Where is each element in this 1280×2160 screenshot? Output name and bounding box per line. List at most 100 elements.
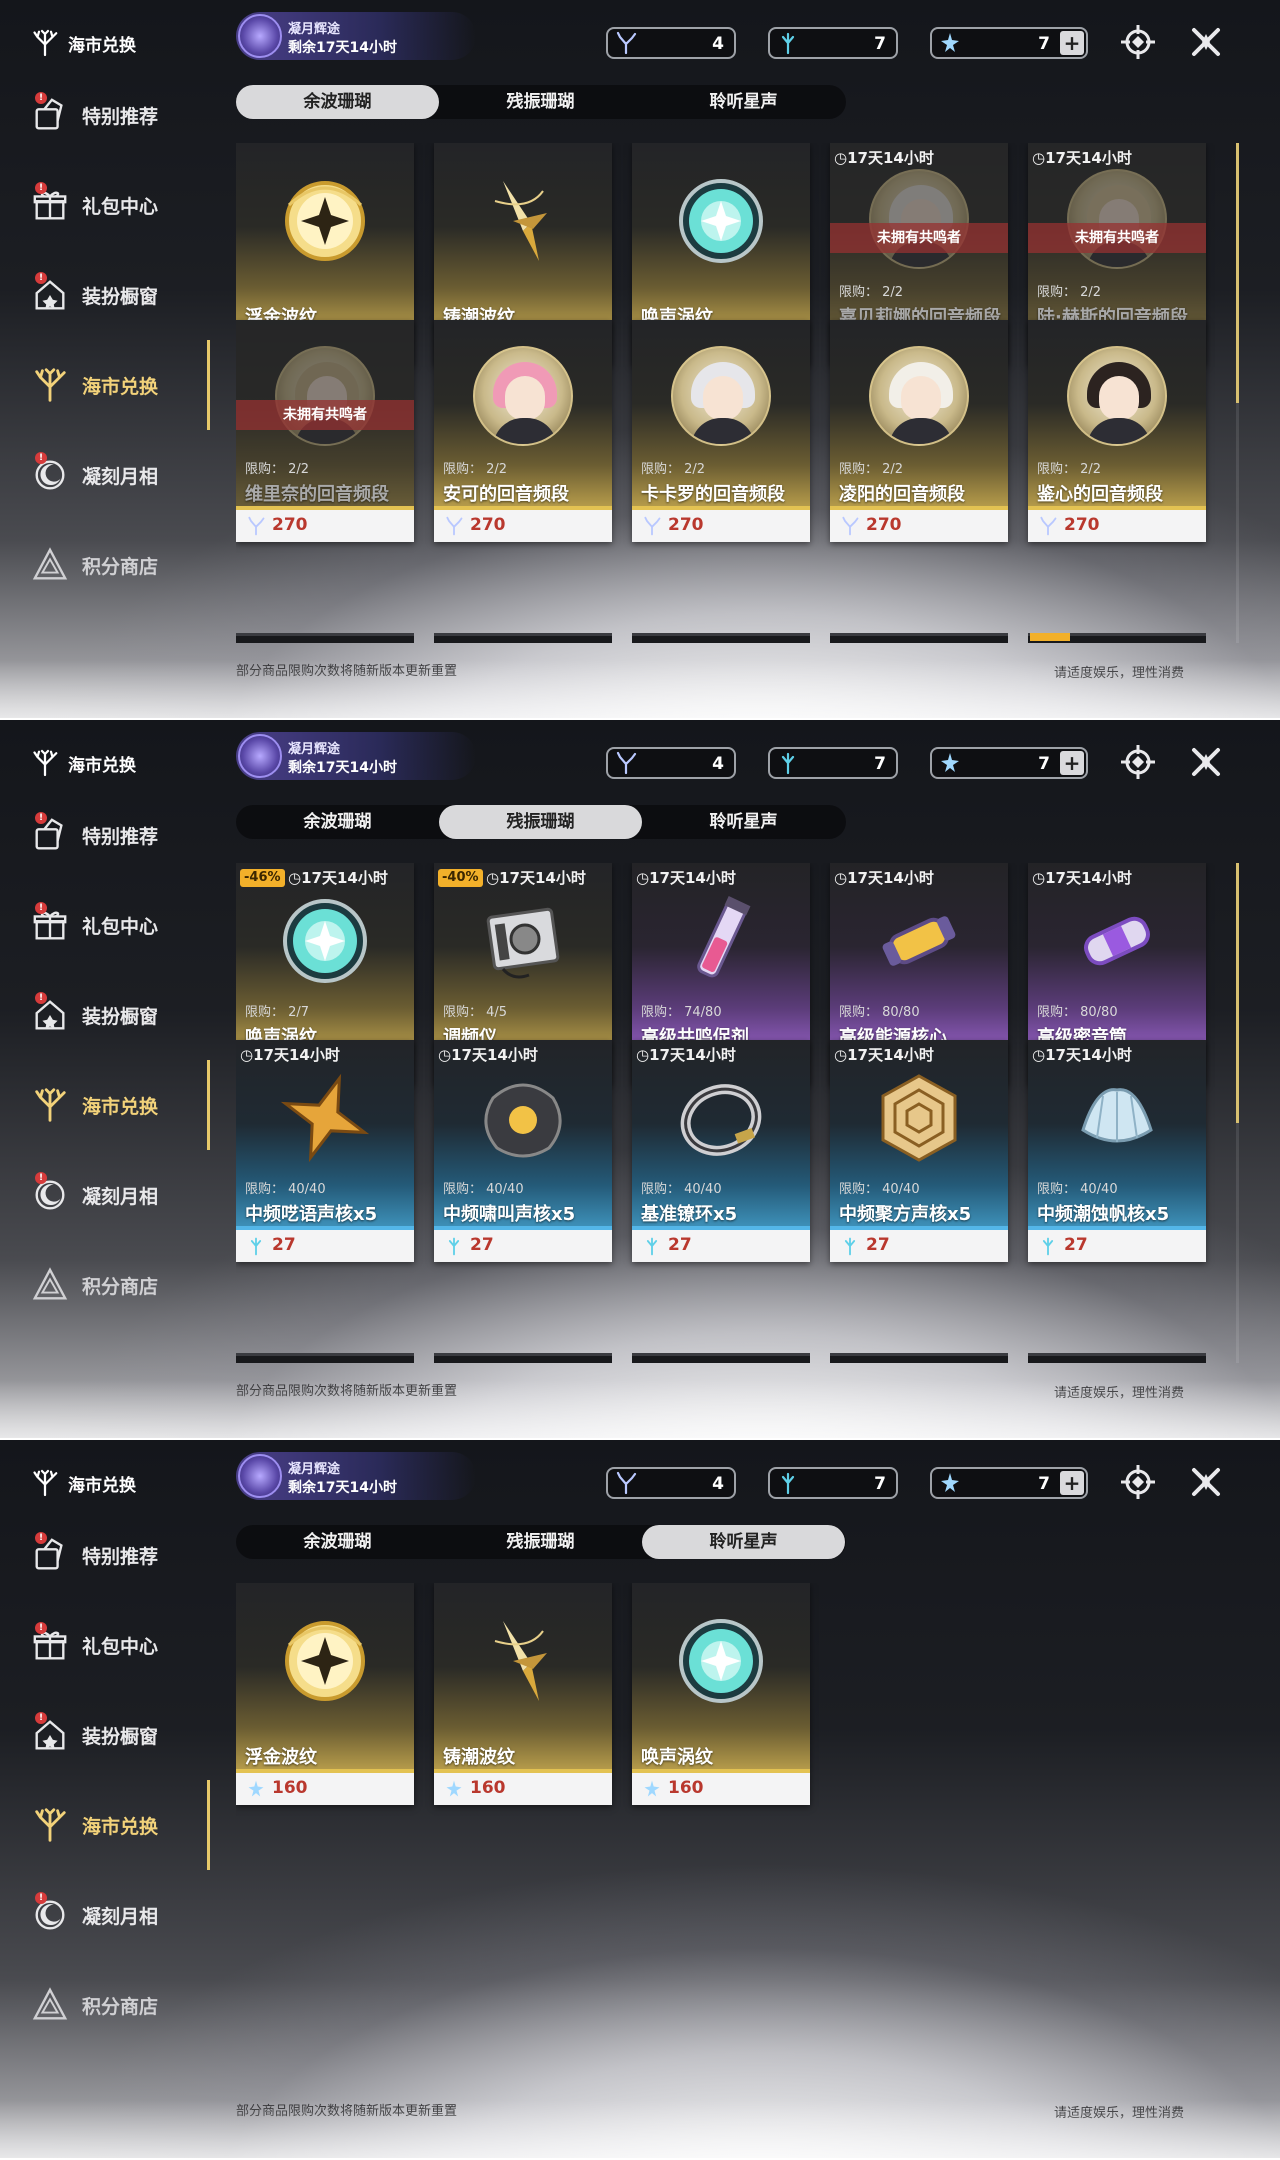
tab-1[interactable]: 残振珊瑚 (439, 805, 642, 839)
currency-counter[interactable]: 4 (606, 27, 736, 59)
tab-0[interactable]: 余波珊瑚 (236, 85, 439, 119)
tab-0[interactable]: 余波珊瑚 (236, 805, 439, 839)
currency-counter[interactable]: 7 + (930, 1467, 1088, 1499)
target-icon[interactable] (1118, 1462, 1158, 1502)
tab-1[interactable]: 残振珊瑚 (439, 85, 642, 119)
event-title: 凝月辉途 (288, 742, 341, 757)
shop-item-card[interactable]: 限购： 2/2 安可的回音频段 270 (434, 320, 612, 542)
price-value: 270 (866, 515, 902, 535)
sidebar-item[interactable]: 积分商店 (0, 1960, 210, 2050)
shop-item-card[interactable]: 铸潮波纹 160 (434, 1583, 612, 1805)
shop-item-card[interactable]: ◷17天14小时 限购： 40/40 中频潮蚀帆核x5 27 (1028, 1040, 1206, 1262)
sidebar-item[interactable]: ! 特别推荐 (0, 70, 210, 160)
sidebar-item[interactable]: ! 凝刻月相 (0, 1870, 210, 1960)
add-currency-button[interactable]: + (1060, 751, 1084, 775)
price-value: 270 (1064, 515, 1100, 535)
scrollbar[interactable] (1236, 863, 1239, 1363)
shop-item-card[interactable]: 浮金波纹 160 (236, 1583, 414, 1805)
currency-counter[interactable]: 7 (768, 27, 898, 59)
clock-icon: ◷ (834, 149, 848, 167)
next-row-card[interactable] (1028, 1353, 1206, 1363)
item-name: 卡卡罗的回音频段 (641, 484, 785, 505)
next-row-card[interactable] (434, 1353, 612, 1363)
sidebar-item[interactable]: 积分商店 (0, 520, 210, 610)
currency-value: 4 (712, 754, 724, 774)
event-banner[interactable]: 凝月辉途 剩余17天14小时 (236, 1452, 476, 1500)
target-icon[interactable] (1118, 22, 1158, 62)
currency-counter[interactable]: 7 + (930, 747, 1088, 779)
item-name: 鉴心的回音频段 (1037, 484, 1163, 505)
item-name: 中频潮蚀帆核x5 (1037, 1204, 1170, 1225)
sidebar-item-label: 特别推荐 (82, 825, 159, 848)
timer-text: 17天14小时 (847, 149, 934, 167)
shop-item-card[interactable]: ◷17天14小时 限购： 40/40 中频呓语声核x5 27 (236, 1040, 414, 1262)
currency-icon (246, 1779, 266, 1799)
close-icon[interactable] (1186, 1462, 1226, 1502)
scrollbar-thumb[interactable] (1236, 863, 1239, 1123)
add-currency-button[interactable]: + (1060, 31, 1084, 55)
shop-item-card[interactable]: ◷17天14小时 限购： 40/40 中频啸叫声核x5 27 (434, 1040, 612, 1262)
next-row-card[interactable] (830, 633, 1008, 643)
sidebar-item-label: 特别推荐 (82, 105, 159, 128)
next-row-card[interactable] (632, 633, 810, 643)
sidebar-item[interactable]: ! 装扮橱窗 (0, 970, 210, 1060)
price-bar: 270 (1028, 510, 1206, 542)
next-row-card[interactable] (236, 633, 414, 643)
event-banner[interactable]: 凝月辉途 剩余17天14小时 (236, 12, 476, 60)
item-name: 中频啸叫声核x5 (443, 1204, 576, 1225)
sidebar-item[interactable]: ! 礼包中心 (0, 880, 210, 970)
target-icon[interactable] (1118, 742, 1158, 782)
coral-icon (30, 1468, 60, 1498)
tab-0[interactable]: 余波珊瑚 (236, 1525, 439, 1559)
sidebar-item[interactable]: ! 凝刻月相 (0, 1150, 210, 1240)
timer-label: ◷17天14小时 (1032, 1044, 1132, 1065)
shop-item-card[interactable]: 唤声涡纹 160 (632, 1583, 810, 1805)
sidebar-header-label: 海市兑换 (68, 755, 136, 776)
scrollbar-thumb[interactable] (1236, 143, 1239, 403)
sidebar-item-label: 海市兑换 (82, 1095, 159, 1118)
shop-item-card[interactable]: ◷17天14小时 限购： 40/40 基准镣环x5 27 (632, 1040, 810, 1262)
currency-counter[interactable]: 7 (768, 1467, 898, 1499)
tube-icon (1067, 891, 1167, 991)
currency-counter[interactable]: 7 (768, 747, 898, 779)
next-row-card[interactable] (236, 1353, 414, 1363)
next-row-card[interactable] (632, 1353, 810, 1363)
shop-item-card[interactable]: 未拥有共鸣者 限购： 2/2 维里奈的回音频段 270 (236, 320, 414, 542)
tab-2[interactable]: 聆听星声 (642, 805, 845, 839)
scrollbar[interactable] (1236, 143, 1239, 643)
tab-2[interactable]: 聆听星声 (642, 85, 845, 119)
event-banner[interactable]: 凝月辉途 剩余17天14小时 (236, 732, 476, 780)
close-icon[interactable] (1186, 22, 1226, 62)
shop-item-card[interactable]: ◷17天14小时 限购： 40/40 中频聚方声核x5 27 (830, 1040, 1008, 1262)
item-name: 安可的回音频段 (443, 484, 569, 505)
sidebar-item[interactable]: 海市兑换 (0, 340, 210, 430)
event-remaining: 剩余17天14小时 (288, 40, 397, 56)
sidebar-item[interactable]: ! 特别推荐 (0, 790, 210, 880)
sidebar-item[interactable]: ! 装扮橱窗 (0, 250, 210, 340)
tab-1[interactable]: 残振珊瑚 (439, 1525, 642, 1559)
sidebar-item[interactable]: ! 礼包中心 (0, 1600, 210, 1690)
sidebar-item[interactable]: ! 特别推荐 (0, 1510, 210, 1600)
sidebar-item[interactable]: ! 凝刻月相 (0, 430, 210, 520)
tab-2[interactable]: 聆听星声 (642, 1525, 845, 1559)
sidebar-item[interactable]: 海市兑换 (0, 1780, 210, 1870)
next-row-card[interactable] (1028, 633, 1206, 643)
next-row-card[interactable] (434, 633, 612, 643)
shop-panel: 海市兑换 ! 特别推荐 ! 礼包中心 ! 装扮橱窗 海市兑换 ! 凝刻月相 积分… (0, 1440, 1280, 2160)
next-row-card[interactable] (830, 1353, 1008, 1363)
currency-counter[interactable]: 4 (606, 1467, 736, 1499)
shop-item-card[interactable]: 限购： 2/2 凌阳的回音频段 270 (830, 320, 1008, 542)
currency-counter[interactable]: 7 + (930, 27, 1088, 59)
sidebar-item[interactable]: ! 礼包中心 (0, 160, 210, 250)
sidebar-header: 海市兑换 (30, 1468, 136, 1498)
sidebar-item[interactable]: 海市兑换 (0, 1060, 210, 1150)
shop-item-card[interactable]: 限购： 2/2 卡卡罗的回音频段 270 (632, 320, 810, 542)
shop-item-card[interactable]: 限购： 2/2 鉴心的回音频段 270 (1028, 320, 1206, 542)
item-grid: 浮金波纹 8 铸潮波纹 8 唤声涡纹 8 ◷17天14小时未拥有共 (236, 143, 1216, 643)
add-currency-button[interactable]: + (1060, 1471, 1084, 1495)
close-icon[interactable] (1186, 742, 1226, 782)
currency-counter[interactable]: 4 (606, 747, 736, 779)
sidebar-item[interactable]: 积分商店 (0, 1240, 210, 1330)
item-name: 浮金波纹 (245, 1747, 317, 1768)
sidebar-item[interactable]: ! 装扮橱窗 (0, 1690, 210, 1780)
